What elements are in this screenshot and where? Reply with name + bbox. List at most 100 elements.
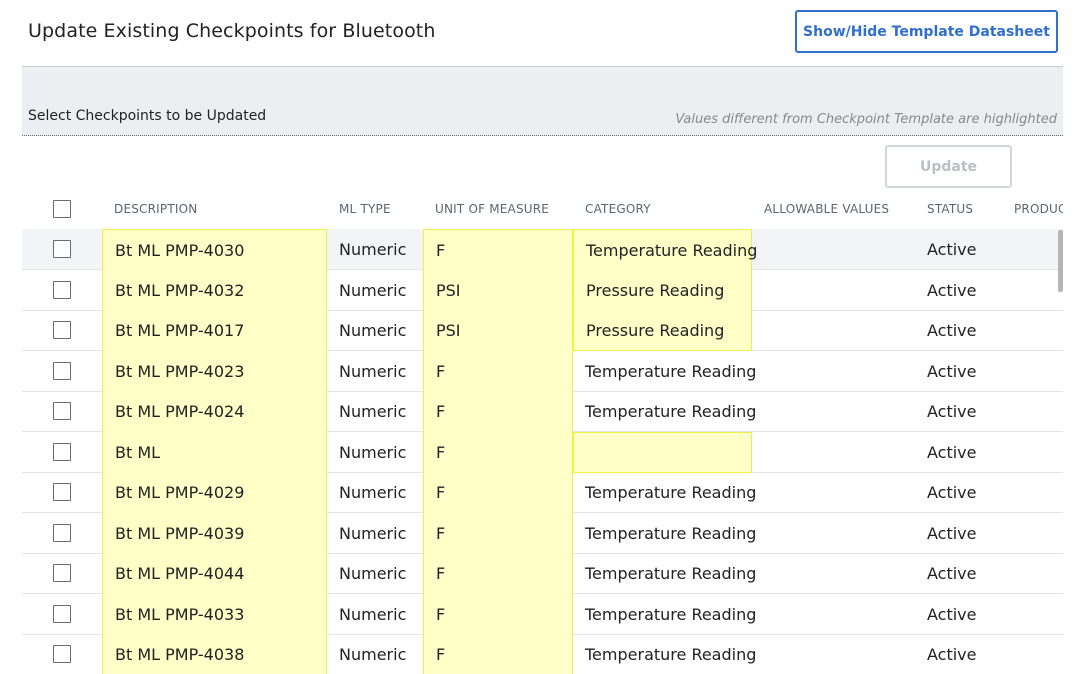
row-checkbox[interactable] <box>53 240 71 258</box>
ml-type-cell: Numeric <box>339 645 407 664</box>
header-category[interactable]: CATEGORY <box>585 202 651 216</box>
row-checkbox[interactable] <box>53 483 71 501</box>
header-ml-type[interactable]: ML TYPE <box>339 202 391 216</box>
table-row[interactable]: Bt ML PMP-4017 Numeric PSI Pressure Reading… <box>22 310 1063 351</box>
allowable-values-cell <box>752 553 915 594</box>
table-row[interactable]: Bt ML PMP-4044 Numeric F Temperature Readin… <box>22 553 1063 594</box>
allowable-values-cell <box>752 310 915 351</box>
header-product[interactable]: PRODUC <box>1014 202 1063 216</box>
ml-type-cell: Numeric <box>339 442 407 462</box>
unit-cell: F <box>423 431 573 473</box>
category-cell: Temperature Reading <box>573 229 757 270</box>
status-cell: Active <box>927 483 977 502</box>
description-cell: Bt ML PMP-4032 <box>102 269 327 311</box>
table-row[interactable]: Bt ML PMP-4033 Numeric F Temperature Readin… <box>22 593 1063 635</box>
ml-type-cell: Numeric <box>339 240 407 259</box>
allowable-values-cell <box>752 229 915 270</box>
allowable-values-cell <box>752 472 915 513</box>
highlight-note: Values different from Checkpoint Templat… <box>675 112 1057 127</box>
table-row[interactable]: Bt ML PMP-4029 Numeric F Temperature Readin… <box>22 472 1063 513</box>
ml-type-cell: Numeric <box>339 483 407 502</box>
row-checkbox[interactable] <box>53 523 71 542</box>
status-cell: Active <box>927 321 977 340</box>
row-checkbox[interactable] <box>53 564 71 582</box>
unit-cell: PSI <box>423 269 573 311</box>
description-cell: Bt ML PMP-4024 <box>102 391 327 432</box>
table-row[interactable]: Bt ML PMP-4032 Numeric PSI Pressure Reading… <box>22 269 1063 311</box>
panel-label: Select Checkpoints to be Updated <box>28 108 267 124</box>
ml-type-cell: Numeric <box>339 604 407 624</box>
table-row[interactable]: Bt ML PMP-4024 Numeric F Temperature Readin… <box>22 391 1063 432</box>
description-cell: Bt ML PMP-4023 <box>102 350 327 392</box>
unit-cell: F <box>423 512 573 554</box>
status-cell: Active <box>927 280 977 300</box>
header-unit-of-measure[interactable]: UNIT OF MEASURE <box>435 202 549 216</box>
unit-cell: F <box>423 553 573 594</box>
ml-type-cell: Numeric <box>339 280 407 300</box>
category-cell: Temperature Reading <box>585 645 757 664</box>
page-title: Update Existing Checkpoints for Bluetoot… <box>28 20 436 42</box>
unit-cell: F <box>423 229 573 270</box>
ml-type-cell: Numeric <box>339 523 407 543</box>
row-checkbox[interactable] <box>53 280 71 299</box>
category-cell: Temperature Reading <box>585 483 757 502</box>
allowable-values-cell <box>752 270 915 311</box>
unit-cell: PSI <box>423 310 573 351</box>
unit-cell: F <box>423 350 573 392</box>
selection-panel: Select Checkpoints to be Updated Values … <box>22 66 1063 136</box>
unit-cell: F <box>423 472 573 513</box>
status-cell: Active <box>927 645 977 664</box>
row-checkbox[interactable] <box>53 321 71 339</box>
row-checkbox[interactable] <box>53 645 71 663</box>
category-cell: Temperature Reading <box>585 564 757 583</box>
table-row[interactable]: Bt ML PMP-4038 Numeric F Temperature Readin… <box>22 634 1063 674</box>
ml-type-cell: Numeric <box>339 321 407 340</box>
allowable-values-cell <box>752 594 915 635</box>
ml-type-cell: Numeric <box>339 361 407 381</box>
allowable-values-cell <box>752 432 915 473</box>
category-cell: Pressure Reading <box>573 310 752 351</box>
allowable-values-cell <box>752 351 915 392</box>
unit-cell: F <box>423 593 573 635</box>
description-cell: Bt ML PMP-4017 <box>102 310 327 351</box>
table-row[interactable]: Bt ML PMP-4030 Numeric F Temperature Readin… <box>22 229 1063 270</box>
allowable-values-cell <box>752 513 915 554</box>
description-cell: Bt ML PMP-4029 <box>102 472 327 513</box>
status-cell: Active <box>927 240 977 259</box>
ml-type-cell: Numeric <box>339 402 407 421</box>
status-cell: Active <box>927 442 977 462</box>
update-button[interactable]: Update <box>885 145 1012 188</box>
table-row[interactable]: Bt ML PMP-4039 Numeric F Temperature Readin… <box>22 512 1063 554</box>
ml-type-cell: Numeric <box>339 564 407 583</box>
description-cell: Bt ML PMP-4038 <box>102 634 327 674</box>
row-checkbox[interactable] <box>53 604 71 623</box>
table-row[interactable]: Bt ML Numeric F Active <box>22 431 1063 473</box>
allowable-values-cell <box>752 634 915 674</box>
description-cell: Bt ML PMP-4039 <box>102 512 327 554</box>
description-cell: Bt ML PMP-4044 <box>102 553 327 594</box>
description-cell: Bt ML PMP-4033 <box>102 593 327 635</box>
description-cell: Bt ML PMP-4030 <box>102 229 327 270</box>
category-cell: Temperature Reading <box>585 523 757 543</box>
header-status[interactable]: STATUS <box>927 202 973 216</box>
table-scrollbar[interactable] <box>1058 230 1063 292</box>
row-checkbox[interactable] <box>53 442 71 461</box>
status-cell: Active <box>927 402 977 421</box>
allowable-values-cell <box>752 391 915 432</box>
table-header: DESCRIPTION ML TYPE UNIT OF MEASURE CATE… <box>22 190 1063 229</box>
checkpoints-table: DESCRIPTION ML TYPE UNIT OF MEASURE CATE… <box>22 190 1063 674</box>
category-cell: Temperature Reading <box>585 402 757 421</box>
header-allowable-values[interactable]: ALLOWABLE VALUES <box>764 202 889 216</box>
row-checkbox[interactable] <box>53 402 71 420</box>
category-cell: Pressure Reading <box>573 269 752 311</box>
select-all-checkbox[interactable] <box>53 200 71 218</box>
table-row[interactable]: Bt ML PMP-4023 Numeric F Temperature Readin… <box>22 350 1063 392</box>
toggle-template-datasheet-button[interactable]: Show/Hide Template Datasheet <box>795 10 1058 53</box>
status-cell: Active <box>927 523 977 543</box>
status-cell: Active <box>927 361 977 381</box>
category-cell: Temperature Reading <box>585 361 757 381</box>
row-checkbox[interactable] <box>53 361 71 380</box>
header-description[interactable]: DESCRIPTION <box>114 202 197 216</box>
unit-cell: F <box>423 634 573 674</box>
description-cell: Bt ML <box>102 431 327 473</box>
